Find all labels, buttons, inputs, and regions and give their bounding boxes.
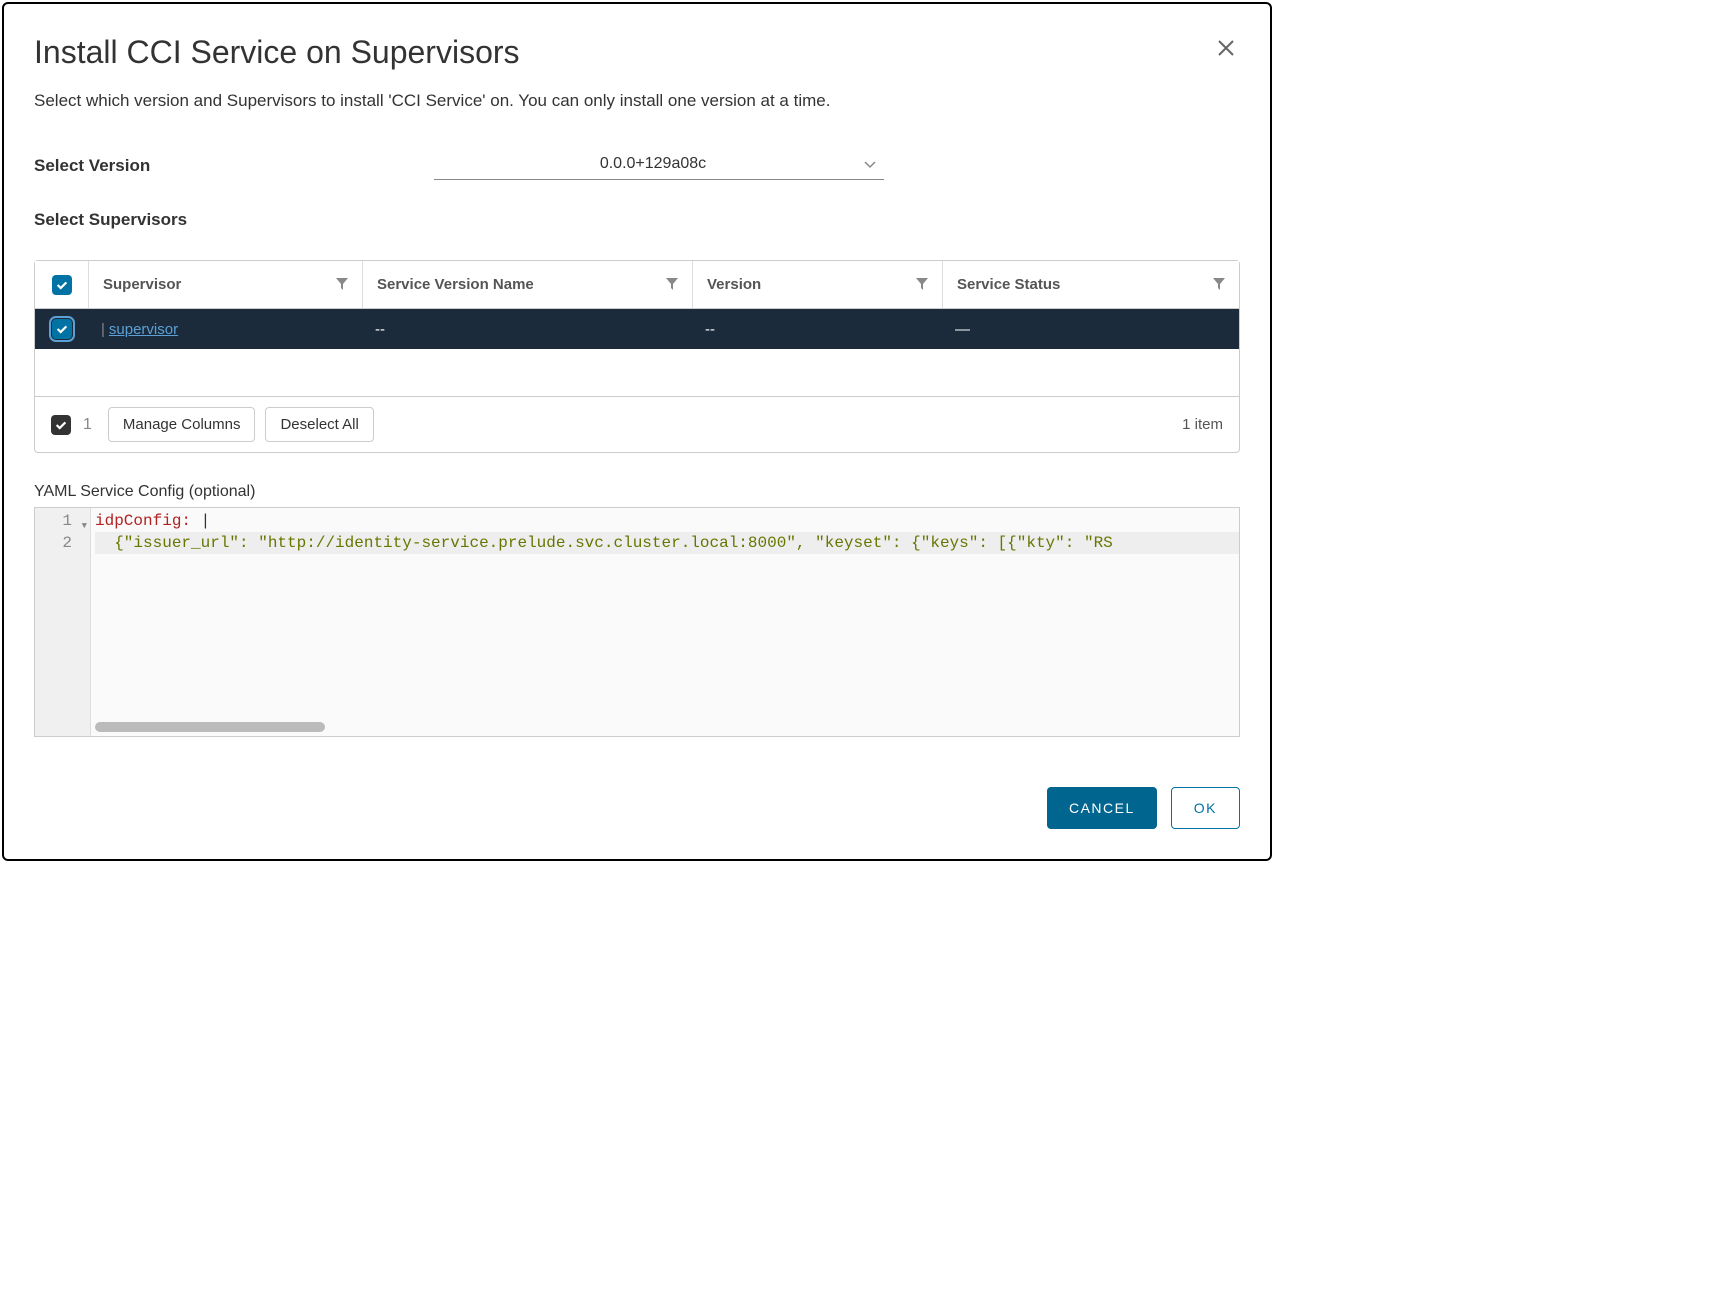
close-icon[interactable] bbox=[1212, 34, 1240, 67]
dialog-description: Select which version and Supervisors to … bbox=[34, 91, 1240, 111]
yaml-config-label: YAML Service Config (optional) bbox=[34, 483, 1240, 501]
cancel-button[interactable]: CANCEL bbox=[1047, 787, 1157, 829]
item-count: 1 item bbox=[1182, 416, 1223, 433]
editor-gutter: 1▼ 2 bbox=[35, 508, 91, 736]
footer-left: 1 Manage Columns Deselect All bbox=[51, 407, 374, 442]
row-separator: | bbox=[101, 321, 109, 338]
col-service-version-name[interactable]: Service Version Name bbox=[363, 261, 693, 308]
manage-columns-button[interactable]: Manage Columns bbox=[108, 407, 256, 442]
horizontal-scrollbar[interactable] bbox=[95, 722, 325, 732]
dialog-footer: CANCEL OK bbox=[34, 787, 1240, 829]
col-version[interactable]: Version bbox=[693, 261, 943, 308]
supervisors-label: Select Supervisors bbox=[34, 210, 1240, 230]
version-select[interactable]: 0.0.0+129a08c bbox=[434, 151, 884, 180]
cell-version: -- bbox=[693, 321, 943, 338]
line-number-1: 1▼ bbox=[35, 510, 72, 532]
yaml-editor[interactable]: 1▼ 2 idpConfig: | {"issuer_url": "http:/… bbox=[34, 507, 1240, 737]
version-row: Select Version 0.0.0+129a08c bbox=[34, 151, 1240, 180]
cell-supervisor: | supervisor bbox=[89, 321, 363, 338]
install-dialog: Install CCI Service on Supervisors Selec… bbox=[2, 2, 1272, 861]
table-row[interactable]: | supervisor -- -- — bbox=[35, 309, 1239, 349]
version-selected-value: 0.0.0+129a08c bbox=[600, 155, 706, 173]
table-header: Supervisor Service Version Name Version … bbox=[35, 261, 1239, 309]
table-footer: 1 Manage Columns Deselect All 1 item bbox=[35, 397, 1239, 452]
dialog-header: Install CCI Service on Supervisors bbox=[34, 34, 1240, 91]
supervisors-table: Supervisor Service Version Name Version … bbox=[34, 260, 1240, 453]
row-checkbox-cell bbox=[35, 309, 89, 349]
code-line-2: {"issuer_url": "http://identity-service.… bbox=[95, 532, 1239, 554]
filter-icon[interactable] bbox=[916, 277, 928, 293]
table-body: | supervisor -- -- — bbox=[35, 309, 1239, 397]
supervisor-link[interactable]: supervisor bbox=[109, 321, 178, 338]
selection-indicator-checkbox[interactable] bbox=[51, 415, 71, 435]
dialog-title: Install CCI Service on Supervisors bbox=[34, 34, 520, 71]
cell-service-status: — bbox=[943, 321, 1239, 338]
chevron-down-icon bbox=[864, 156, 876, 172]
line-number-2: 2 bbox=[35, 532, 72, 554]
selected-count: 1 bbox=[83, 416, 92, 434]
code-line-1: idpConfig: | bbox=[95, 510, 1239, 532]
filter-icon[interactable] bbox=[666, 277, 678, 293]
select-all-cell bbox=[35, 261, 89, 308]
col-service-status[interactable]: Service Status bbox=[943, 261, 1239, 308]
deselect-all-button[interactable]: Deselect All bbox=[265, 407, 373, 442]
filter-icon[interactable] bbox=[336, 277, 348, 293]
col-supervisor[interactable]: Supervisor bbox=[89, 261, 363, 308]
filter-icon[interactable] bbox=[1213, 277, 1225, 293]
cell-service-version-name: -- bbox=[363, 321, 693, 338]
ok-button[interactable]: OK bbox=[1171, 787, 1240, 829]
fold-arrow-icon[interactable]: ▼ bbox=[82, 515, 87, 537]
version-label: Select Version bbox=[34, 156, 434, 176]
row-checkbox[interactable] bbox=[52, 319, 72, 339]
editor-content[interactable]: idpConfig: | {"issuer_url": "http://iden… bbox=[95, 508, 1239, 554]
select-all-checkbox[interactable] bbox=[52, 275, 72, 295]
